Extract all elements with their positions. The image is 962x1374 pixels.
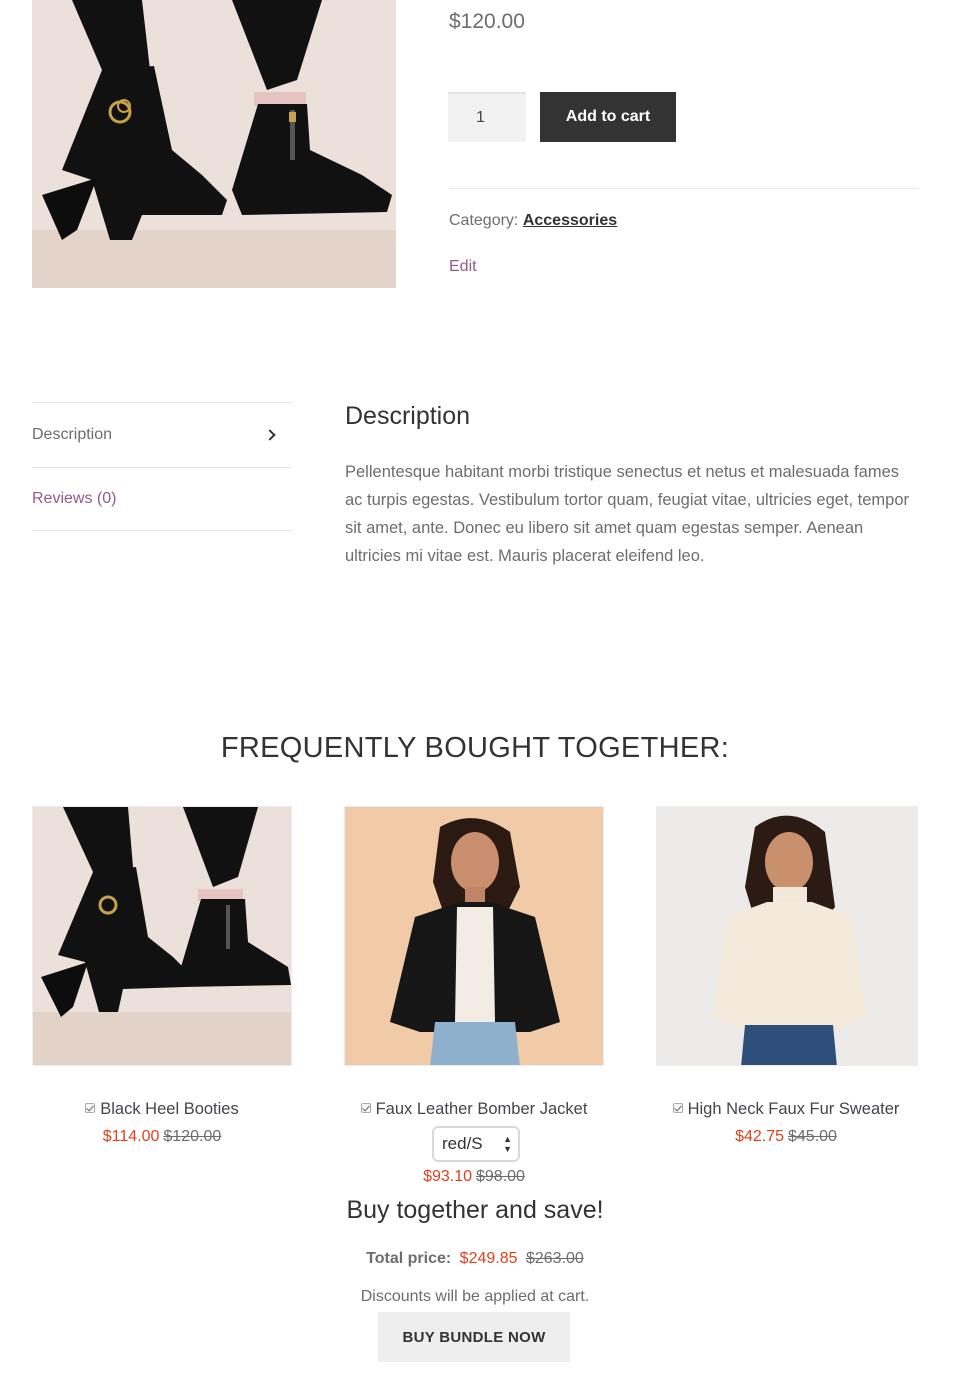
bundle-item-name: High Neck Faux Fur Sweater bbox=[630, 1100, 942, 1119]
product-tabs: Description Reviews (0) bbox=[32, 402, 292, 531]
category-label: Category: bbox=[449, 212, 519, 229]
bundle-item-price: $93.10 $98.00 bbox=[318, 1168, 630, 1186]
original-price: $45.00 bbox=[788, 1128, 837, 1145]
bundle-item-checkbox[interactable] bbox=[360, 1103, 371, 1113]
tab-label: Description bbox=[32, 426, 113, 443]
sale-price: $114.00 bbox=[102, 1128, 160, 1145]
bundle-item-name: Black Heel Booties bbox=[6, 1100, 318, 1119]
bundle-item-price: $114.00 $120.00 bbox=[6, 1128, 318, 1146]
bundle-item-name: Faux Leather Bomber Jacket bbox=[318, 1100, 630, 1119]
product-category: Category: Accessories bbox=[449, 212, 617, 230]
product-image[interactable] bbox=[32, 0, 396, 288]
discount-note: Discounts will be applied at cart. bbox=[360, 1288, 590, 1305]
add-to-cart-button[interactable]: Add to cart bbox=[540, 92, 676, 142]
variant-select[interactable]: red/S ▲ ▼ bbox=[432, 1126, 520, 1162]
quantity-input[interactable] bbox=[448, 92, 526, 142]
bundle-total-price: Total price: $249.85 $263.00 bbox=[0, 1250, 950, 1268]
original-price: $98.00 bbox=[476, 1168, 525, 1185]
chevron-right-icon bbox=[264, 429, 276, 441]
total-sale-price: $249.85 bbox=[459, 1250, 518, 1267]
description-title: Description bbox=[345, 402, 471, 430]
bundle-title: FREQUENTLY BOUGHT TOGETHER: bbox=[220, 732, 730, 764]
sale-price: $93.10 bbox=[423, 1168, 472, 1185]
tab-description[interactable]: Description bbox=[32, 402, 292, 467]
variant-selected-value: red/S bbox=[442, 1134, 483, 1153]
description-body: Pellentesque habitant morbi tristique se… bbox=[345, 463, 910, 565]
sale-price: $42.75 bbox=[735, 1128, 784, 1145]
select-arrows-icon: ▲ ▼ bbox=[503, 1134, 512, 1154]
bundle-item-price: $42.75 $45.00 bbox=[630, 1128, 942, 1146]
tab-label: Reviews (0) bbox=[32, 490, 117, 507]
bundle-save-title: Buy together and save! bbox=[346, 1196, 604, 1224]
original-price: $120.00 bbox=[163, 1128, 222, 1145]
total-original-price: $263.00 bbox=[525, 1250, 584, 1267]
bundle-item-checkbox[interactable] bbox=[85, 1103, 96, 1113]
bundle-item-image-booties[interactable] bbox=[32, 806, 292, 1066]
divider bbox=[449, 188, 918, 189]
buy-bundle-button[interactable]: BUY BUNDLE NOW bbox=[378, 1312, 570, 1362]
total-label: Total price: bbox=[366, 1250, 452, 1267]
category-link[interactable]: Accessories bbox=[523, 212, 617, 229]
bundle-item-image-jacket[interactable] bbox=[344, 806, 604, 1066]
tab-reviews[interactable]: Reviews (0) bbox=[32, 467, 292, 531]
product-price: $120.00 bbox=[449, 10, 525, 33]
bundle-item-image-sweater[interactable] bbox=[656, 806, 918, 1066]
edit-link[interactable]: Edit bbox=[449, 258, 477, 276]
bundle-item-checkbox[interactable] bbox=[672, 1103, 683, 1113]
